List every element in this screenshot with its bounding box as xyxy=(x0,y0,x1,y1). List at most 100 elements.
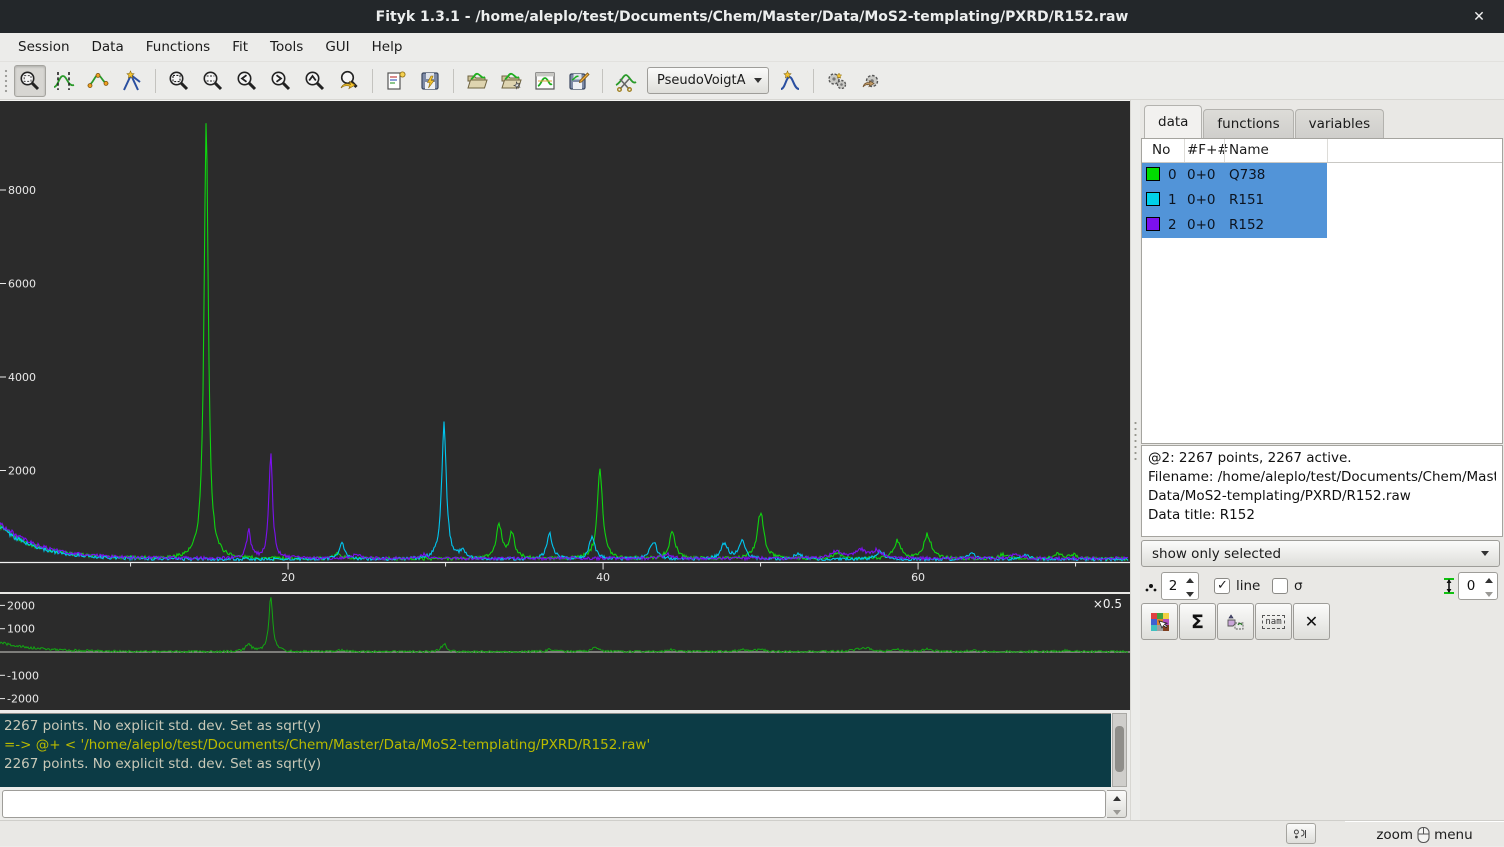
table-row[interactable]: 2 0+0 R152 xyxy=(1142,213,1502,238)
menu-help[interactable]: Help xyxy=(362,35,413,59)
colors-button[interactable] xyxy=(1141,603,1178,640)
display-controls: 2 ✓ line σ 0 xyxy=(1140,572,1504,602)
table-row[interactable]: 1 0+0 R151 xyxy=(1142,188,1502,213)
dataset-action-buttons: Σ nam ✕ xyxy=(1141,603,1331,641)
spin-up-icon[interactable] xyxy=(1107,791,1127,805)
sum-button[interactable]: Σ xyxy=(1179,603,1216,640)
shift-icon xyxy=(1443,577,1455,595)
fit-gears-icon xyxy=(825,69,849,93)
output-console: 2267 points. No explicit std. dev. Set a… xyxy=(0,713,1111,787)
toolbar: PseudoVoigtA xyxy=(0,62,1504,100)
aux-plot-canvas[interactable]: 20001000-1000-2000×0.5 xyxy=(0,594,1130,710)
menu-gui[interactable]: GUI xyxy=(315,35,359,59)
mouse-config-button[interactable] xyxy=(1286,823,1316,844)
show-mode-dropdown[interactable]: show only selected xyxy=(1141,540,1500,567)
spin-down-icon[interactable] xyxy=(1107,805,1127,819)
line-checkbox-label[interactable]: line xyxy=(1236,578,1260,594)
column-divider xyxy=(1327,139,1328,162)
title-bar[interactable]: Fityk 1.3.1 - /home/aleplo/test/Document… xyxy=(0,0,1504,33)
zoom-mode-button[interactable] xyxy=(14,65,46,97)
panel-splitter[interactable] xyxy=(1130,100,1140,820)
point-size-spinner[interactable]: 2 xyxy=(1161,572,1199,600)
strip-background-button[interactable] xyxy=(610,65,642,97)
menu-tools[interactable]: Tools xyxy=(260,35,313,59)
svg-text:1000: 1000 xyxy=(7,623,35,636)
rename-button[interactable]: nam xyxy=(1255,603,1292,640)
dataset-color-swatch[interactable] xyxy=(1146,217,1160,231)
sigma-checkbox[interactable] xyxy=(1272,578,1288,594)
col-header-name[interactable]: Name xyxy=(1229,142,1269,158)
dataset-fcount: 0+0 xyxy=(1187,167,1216,183)
chevron-down-icon xyxy=(754,78,762,83)
append-data-button[interactable] xyxy=(495,65,527,97)
dataset-table: No #F+# Name 0 0+0 Q738 1 0+0 R151 xyxy=(1141,138,1503,444)
run-fit-button[interactable] xyxy=(821,65,853,97)
svg-text:20: 20 xyxy=(281,571,295,584)
shift-spinner[interactable]: 0 xyxy=(1458,572,1498,600)
col-header-f[interactable]: #F+# xyxy=(1187,142,1229,158)
zoom-vertical-button[interactable] xyxy=(197,65,229,97)
copy-function-button[interactable] xyxy=(1217,603,1254,640)
col-header-no[interactable]: No xyxy=(1152,142,1170,158)
close-icon[interactable]: ✕ xyxy=(1468,6,1490,28)
svg-text:60: 60 xyxy=(911,571,925,584)
menu-fit[interactable]: Fit xyxy=(222,35,258,59)
menu-bar: Session Data Functions Fit Tools GUI Hel… xyxy=(0,33,1504,62)
background-icon xyxy=(86,69,110,93)
function-type-combobox[interactable]: PseudoVoigtA xyxy=(647,67,769,94)
tab-functions[interactable]: functions xyxy=(1203,109,1293,138)
zoom-left-button[interactable] xyxy=(231,65,263,97)
zoom-right-button[interactable] xyxy=(265,65,297,97)
data-range-mode-button[interactable] xyxy=(48,65,80,97)
sigma-checkbox-label[interactable]: σ xyxy=(1294,578,1303,594)
menu-session[interactable]: Session xyxy=(8,35,80,59)
aux-plot[interactable]: 20001000-1000-2000×0.5 xyxy=(0,592,1130,710)
command-input[interactable] xyxy=(2,790,1106,818)
rename-icon: nam xyxy=(1262,615,1284,629)
menu-functions[interactable]: Functions xyxy=(136,35,220,59)
save-session-button[interactable] xyxy=(414,65,446,97)
toolbar-grip[interactable] xyxy=(2,68,10,94)
svg-text:×0.5: ×0.5 xyxy=(1093,597,1122,611)
zoom-all-button[interactable] xyxy=(163,65,195,97)
save-data-button[interactable] xyxy=(563,65,595,97)
dataset-color-swatch[interactable] xyxy=(1146,167,1160,181)
undo-zoom-button[interactable] xyxy=(333,65,365,97)
mouse-right-hint: menu xyxy=(1434,827,1473,843)
console-scrollbar[interactable] xyxy=(1112,713,1127,787)
tab-variables[interactable]: variables xyxy=(1295,109,1385,138)
zoom-vertical-icon xyxy=(201,69,225,93)
open-data-button[interactable] xyxy=(461,65,493,97)
line-checkbox[interactable]: ✓ xyxy=(1214,578,1230,594)
chevron-down-icon xyxy=(1481,551,1489,556)
auto-add-peak-button[interactable] xyxy=(774,65,806,97)
open-folder-icon xyxy=(465,69,489,93)
mouse-hint-field: zoom menu xyxy=(1345,821,1504,847)
command-history-spinner[interactable] xyxy=(1107,790,1127,818)
dataset-color-swatch[interactable] xyxy=(1146,192,1160,206)
data-editor-button[interactable] xyxy=(529,65,561,97)
column-divider xyxy=(1184,139,1185,162)
point-size-value: 2 xyxy=(1162,578,1184,594)
dataset-name: R152 xyxy=(1229,217,1264,233)
main-plot[interactable]: 2000400060008000204060 xyxy=(0,100,1130,592)
menu-data[interactable]: Data xyxy=(82,35,134,59)
zoom-up-button[interactable] xyxy=(299,65,331,97)
table-row[interactable]: 0 0+0 Q738 xyxy=(1142,163,1502,188)
add-peak-mode-button[interactable] xyxy=(116,65,148,97)
scrollbar-thumb[interactable] xyxy=(1115,726,1124,772)
svg-text:4000: 4000 xyxy=(8,371,36,384)
table-header[interactable]: No #F+# Name xyxy=(1142,139,1502,163)
dataset-name: Q738 xyxy=(1229,167,1265,183)
main-plot-canvas[interactable]: 2000400060008000204060 xyxy=(0,101,1130,592)
undo-zoom-icon xyxy=(337,69,361,93)
delete-dataset-button[interactable]: ✕ xyxy=(1293,603,1330,640)
background-mode-button[interactable] xyxy=(82,65,114,97)
tab-data[interactable]: data xyxy=(1144,105,1202,138)
show-mode-value: show only selected xyxy=(1152,546,1473,562)
function-type-value: PseudoVoigtA xyxy=(657,73,746,88)
undo-fit-button[interactable] xyxy=(855,65,887,97)
zoom-left-icon xyxy=(235,69,259,93)
zoom-up-icon xyxy=(303,69,327,93)
edit-script-button[interactable] xyxy=(380,65,412,97)
